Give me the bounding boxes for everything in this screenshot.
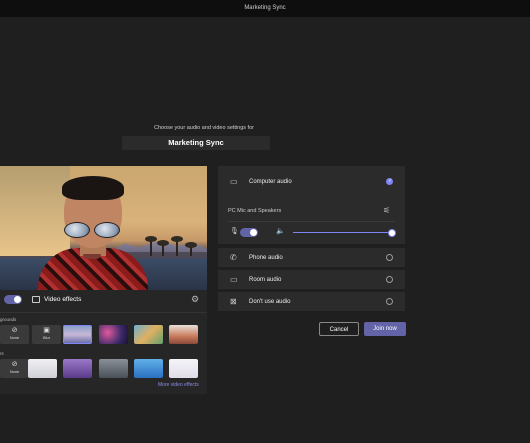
filter-none[interactable]: ⊘ None	[0, 359, 29, 378]
phone-audio-radio[interactable]	[386, 254, 393, 261]
filter-bright[interactable]	[169, 359, 198, 378]
filter-soft[interactable]	[28, 359, 57, 378]
audio-option-label: Room audio	[249, 277, 282, 283]
audio-option-label: Phone audio	[249, 255, 283, 261]
backgrounds-section-label: grounds	[0, 317, 17, 322]
device-settings-icon[interactable]: ⚟	[383, 206, 390, 215]
audio-option-none[interactable]: ⊠ Don't use audio	[218, 292, 405, 311]
audio-option-label: Don't use audio	[249, 299, 291, 305]
volume-slider-thumb[interactable]	[388, 229, 396, 237]
sunglasses	[94, 222, 120, 238]
audio-device-label: PC Mic and Speakers	[228, 208, 282, 214]
divider	[228, 221, 395, 222]
no-audio-icon: ⊠	[230, 297, 237, 306]
video-effects-bar: Video effects ⚙	[0, 290, 207, 313]
filter-mono[interactable]	[99, 359, 128, 378]
audio-option-label: Computer audio	[249, 179, 292, 185]
more-video-effects-link[interactable]: More video effects	[158, 382, 199, 388]
speaker-icon: 🔈	[276, 228, 285, 235]
background-beach[interactable]	[63, 325, 92, 344]
none-icon: ⊘	[11, 361, 18, 368]
video-effects-icon	[32, 296, 40, 303]
settings-prompt: Choose your audio and video settings for	[154, 125, 254, 131]
room-audio-radio[interactable]	[386, 276, 393, 283]
meeting-name: Marketing Sync	[122, 136, 270, 150]
background-space[interactable]	[99, 325, 128, 344]
no-audio-radio[interactable]	[386, 298, 393, 305]
gear-icon[interactable]: ⚙	[191, 295, 200, 304]
camera-preview	[0, 166, 207, 290]
background-none[interactable]: ⊘ None	[0, 325, 29, 344]
mic-toggle[interactable]	[240, 228, 258, 237]
audio-settings-panel: ▭ Computer audio PC Mic and Speakers ⚟ 🎙…	[218, 166, 405, 314]
background-blur[interactable]: ▣ Blur	[32, 325, 61, 344]
computer-audio-radio[interactable]	[386, 178, 393, 185]
camera-toggle[interactable]	[4, 295, 22, 304]
audio-option-room[interactable]: ▭ Room audio	[218, 270, 405, 289]
speaker-volume-slider[interactable]	[293, 232, 391, 233]
video-preview-panel: Video effects ⚙ grounds ⊘ None ▣ Blur rs…	[0, 166, 207, 394]
audio-option-computer[interactable]: ▭ Computer audio PC Mic and Speakers ⚟ 🎙…	[218, 166, 405, 244]
cancel-button[interactable]: Cancel	[319, 322, 359, 336]
filters-section-label: rs	[0, 351, 4, 356]
mic-icon: 🎙	[230, 228, 239, 235]
none-icon: ⊘	[11, 327, 18, 334]
filter-blue[interactable]	[134, 359, 163, 378]
video-effects-label: Video effects	[44, 296, 82, 303]
join-now-button[interactable]: Join now	[364, 322, 406, 336]
window-title: Marketing Sync	[244, 5, 286, 11]
blur-icon: ▣	[43, 327, 50, 334]
room-icon: ▭	[230, 275, 238, 284]
background-landscape[interactable]	[134, 325, 163, 344]
phone-icon: ✆	[230, 253, 237, 262]
filter-purple[interactable]	[63, 359, 92, 378]
audio-option-phone[interactable]: ✆ Phone audio	[218, 248, 405, 267]
sunglasses	[64, 222, 90, 238]
background-room[interactable]	[169, 325, 198, 344]
window-titlebar: Marketing Sync	[0, 0, 530, 17]
computer-icon: ▭	[230, 177, 238, 186]
